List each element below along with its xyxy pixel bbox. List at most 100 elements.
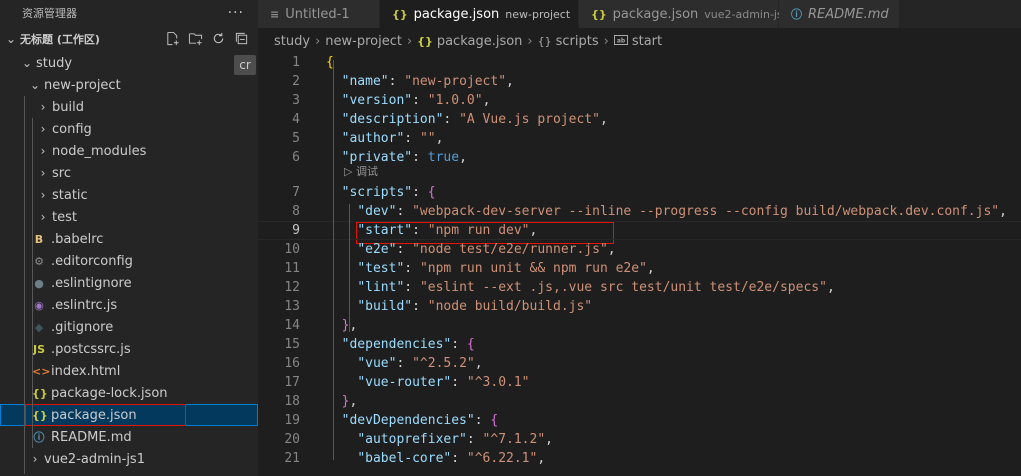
code-token: "node test/e2e/runner.js" bbox=[412, 242, 608, 257]
code-token: "e2e" bbox=[357, 242, 397, 257]
tree-item-src[interactable]: › src bbox=[0, 162, 258, 184]
new-folder-icon[interactable] bbox=[187, 30, 204, 47]
tree-item-study[interactable]: ⌄ study bbox=[0, 52, 258, 74]
chevron-right-icon: › bbox=[40, 122, 46, 136]
code-text: "test": "npm run unit && npm run e2e", bbox=[326, 261, 655, 276]
code-editor[interactable]: ▷ 调试 1{2 "name": "new-project", 3 "versio… bbox=[258, 52, 1021, 476]
tree-item-package-json[interactable]: {} package.json bbox=[0, 404, 258, 426]
tree-item-label: package-lock.json bbox=[51, 385, 168, 401]
tree-item-eslintignore[interactable]: ● .eslintignore bbox=[0, 272, 258, 294]
tree-item-index-html[interactable]: <> index.html bbox=[0, 360, 258, 382]
code-text: }, bbox=[326, 394, 358, 409]
code-text: "e2e": "node test/e2e/runner.js", bbox=[326, 242, 615, 257]
more-actions-icon[interactable]: ··· bbox=[228, 5, 244, 21]
editor-tab[interactable]: {} package.json vue2-admin-js1 bbox=[579, 0, 790, 28]
tree-item-postcssrc-js[interactable]: JS .postcssrc.js bbox=[0, 338, 258, 360]
code-token: "npm run dev" bbox=[427, 223, 530, 238]
file-type-icon: {} bbox=[32, 408, 48, 422]
code-line: 4 "description": "A Vue.js project", bbox=[258, 110, 1021, 129]
tree-item-label: .postcssrc.js bbox=[51, 341, 131, 357]
code-line: 21 "babel-core": "^6.22.1", bbox=[258, 449, 1021, 468]
tree-item-babelrc[interactable]: B .babelrc bbox=[0, 228, 258, 250]
editor-tab[interactable]: ⓘ README.md bbox=[779, 0, 900, 28]
breadcrumb-new-project[interactable]: new-project bbox=[325, 34, 402, 49]
tree-item-label: index.html bbox=[51, 363, 121, 379]
code-token: "npm run unit && npm run e2e" bbox=[419, 261, 647, 276]
editor-tab[interactable]: ≡ Untitled-1 bbox=[258, 0, 380, 28]
code-text: "babel-core": "^6.22.1", bbox=[326, 451, 545, 466]
tab-label: README.md bbox=[808, 6, 889, 22]
tree-item-package-lock-json[interactable]: {} package-lock.json bbox=[0, 382, 258, 404]
tree-item-gitignore[interactable]: ◆ .gitignore bbox=[0, 316, 258, 338]
code-text: "vue": "^2.5.2", bbox=[326, 356, 483, 371]
tree-item-vue2-admin-js1[interactable]: › vue2-admin-js1 bbox=[0, 448, 258, 470]
code-line: 7 "scripts": { bbox=[258, 183, 1021, 202]
tree-item-build[interactable]: › build bbox=[0, 96, 258, 118]
code-token: "author" bbox=[341, 131, 405, 146]
code-line: 1{ bbox=[258, 53, 1021, 72]
line-number: 15 bbox=[284, 337, 300, 352]
tree-item-label: config bbox=[52, 121, 92, 137]
new-file-icon[interactable] bbox=[164, 30, 181, 47]
breadcrumb-study[interactable]: study bbox=[274, 34, 310, 49]
breadcrumb: study › new-project › {} package.json › … bbox=[258, 28, 1021, 54]
collapse-all-icon[interactable] bbox=[233, 30, 250, 47]
tree-item-readme-md[interactable]: ⓘ README.md bbox=[0, 426, 258, 448]
bracket-guide bbox=[333, 60, 334, 460]
code-line: 15 "dependencies": { bbox=[258, 335, 1021, 354]
line-number: 7 bbox=[292, 185, 300, 200]
breadcrumb-scripts[interactable]: scripts bbox=[556, 34, 599, 49]
bracket-guide bbox=[349, 204, 350, 332]
line-number: 9 bbox=[292, 223, 300, 238]
code-line: 14 }, bbox=[258, 316, 1021, 335]
code-token: : bbox=[412, 223, 428, 238]
code-token: , bbox=[826, 280, 835, 295]
code-token: , bbox=[646, 261, 655, 276]
breadcrumb-package-json[interactable]: package.json bbox=[437, 34, 523, 49]
code-text: "start": "npm run dev", bbox=[326, 223, 537, 238]
code-token: { bbox=[427, 185, 436, 200]
line-number: 2 bbox=[292, 74, 300, 89]
code-token: "lint" bbox=[357, 280, 405, 295]
tree-item-label: vue2-admin-js1 bbox=[44, 451, 145, 467]
code-token: : bbox=[404, 131, 420, 146]
tree-item-static[interactable]: › static bbox=[0, 184, 258, 206]
line-number: 20 bbox=[284, 432, 300, 447]
code-line: 18 }, bbox=[258, 392, 1021, 411]
code-line: 6 "private": true, bbox=[258, 148, 1021, 167]
code-token: : bbox=[412, 299, 428, 314]
code-token: , bbox=[474, 356, 483, 371]
tree-item-config[interactable]: › config bbox=[0, 118, 258, 140]
workspace-root[interactable]: ⌄ 无标题 (工作区) bbox=[0, 26, 258, 52]
code-token: "autoprefixer" bbox=[357, 432, 467, 447]
code-token: : bbox=[396, 356, 413, 371]
tree-item-editorconfig[interactable]: ⚙ .editorconfig bbox=[0, 250, 258, 272]
code-text: "dev": "webpack-dev-server --inline --pr… bbox=[326, 204, 1007, 219]
code-token: , bbox=[349, 394, 358, 409]
code-token: , bbox=[599, 112, 608, 127]
explorer-sidebar: 资源管理器 ··· ⌄ 无标题 (工作区) ⌄ study ⌄ new-project… bbox=[0, 0, 258, 476]
code-token: "devDependencies" bbox=[341, 413, 475, 428]
line-number: 1 bbox=[292, 55, 300, 70]
code-token: "private" bbox=[341, 150, 413, 165]
tree-item-label: new-project bbox=[44, 77, 121, 93]
tree-item-label: src bbox=[52, 165, 71, 181]
code-token: "description" bbox=[341, 112, 444, 127]
code-token: "start" bbox=[357, 223, 413, 238]
code-line: 11 "test": "npm run unit && npm run e2e"… bbox=[258, 259, 1021, 278]
refresh-icon[interactable] bbox=[210, 30, 227, 47]
code-token: "new-project" bbox=[404, 74, 507, 89]
tree-item-eslintrc-js[interactable]: ◉ .eslintrc.js bbox=[0, 294, 258, 316]
breadcrumb-start[interactable]: start bbox=[632, 34, 662, 49]
file-type-icon: ● bbox=[34, 276, 44, 290]
code-token: : bbox=[466, 432, 483, 447]
tree-item-node-modules[interactable]: › node_modules bbox=[0, 140, 258, 162]
code-token: "babel-core" bbox=[357, 451, 452, 466]
tree-item-test[interactable]: › test bbox=[0, 206, 258, 228]
tree-item-new-project[interactable]: ⌄ new-project bbox=[0, 74, 258, 96]
code-token: , bbox=[349, 318, 358, 333]
editor-tab[interactable]: {}package.jsonnew-project× bbox=[380, 0, 591, 28]
